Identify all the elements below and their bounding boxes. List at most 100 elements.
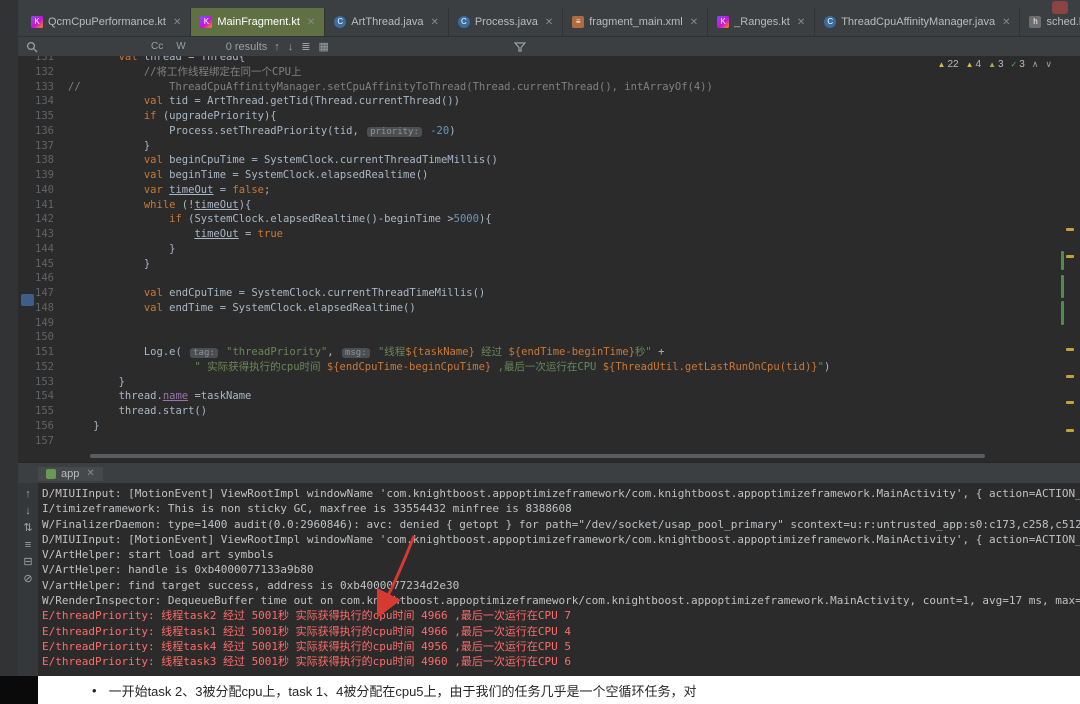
line-number: 157	[18, 434, 68, 449]
soft-wrap-icon[interactable]: ≡	[25, 539, 31, 552]
close-icon[interactable]: ✕	[797, 17, 805, 28]
kotlin-file-icon: K	[200, 16, 212, 28]
java-file-icon: C	[334, 16, 346, 28]
log-output[interactable]: D/MIUIInput: [MotionEvent] ViewRootImpl …	[42, 486, 1080, 676]
code-line: 144 }	[18, 242, 1080, 257]
close-icon[interactable]: ✕	[690, 17, 698, 28]
line-number: 145	[18, 257, 68, 272]
line-number: 151	[18, 345, 68, 360]
editor-tab-ThreadCpuAffinityManager.java[interactable]: C ThreadCpuAffinityManager.java ✕	[815, 8, 1020, 36]
stripe-mark[interactable]	[1066, 348, 1074, 351]
close-icon[interactable]: ✕	[173, 17, 181, 28]
close-icon[interactable]: ✕	[307, 17, 315, 28]
log-line[interactable]: D/MIUIInput: [MotionEvent] ViewRootImpl …	[42, 486, 1080, 501]
run-tab-app[interactable]: app ✕	[38, 467, 103, 481]
sort-icon[interactable]: ⇅	[23, 522, 32, 535]
stripe-mark[interactable]	[1066, 401, 1074, 404]
line-number: 132	[18, 65, 68, 80]
match-case-toggle[interactable]: Cc	[148, 41, 166, 52]
code-line: 135 if (upgradePriority){	[18, 109, 1080, 124]
code-line: 131 val thread = Thread{	[18, 56, 1080, 65]
inspection-nav-icon[interactable]: ∧	[1032, 59, 1039, 70]
find-nav-icon[interactable]: ↑	[274, 41, 280, 53]
log-line[interactable]: V/artHelper: find target success, addres…	[42, 578, 1080, 593]
clear-console-icon[interactable]: ⊘	[23, 573, 32, 586]
close-icon[interactable]: ✕	[545, 17, 553, 28]
record-indicator-icon	[1052, 1, 1068, 14]
log-line[interactable]: E/threadPriority: 线程task2 经过 5001秒 实际获得执…	[42, 608, 1080, 623]
find-input[interactable]	[45, 39, 141, 54]
code-line: 154 thread.name =taskName	[18, 389, 1080, 404]
line-number: 154	[18, 389, 68, 404]
up-icon[interactable]: ↑	[25, 488, 31, 501]
log-line[interactable]: E/threadPriority: 线程task3 经过 5001秒 实际获得执…	[42, 654, 1080, 669]
log-line[interactable]: I/timizeframework: This is non sticky GC…	[42, 501, 1080, 516]
filter-icon[interactable]	[514, 41, 526, 53]
code-editor[interactable]: 131 val thread = Thread{132 //将工作线程绑定在同一…	[18, 56, 1080, 462]
inspection-widget[interactable]: ▲22▲4▲3✓3∧∨	[938, 59, 1052, 70]
code-text: val endTime = SystemClock.elapsedRealtim…	[68, 301, 1080, 316]
editor-tab-fragment_main.xml[interactable]: ≡fragment_main.xml✕	[563, 8, 708, 36]
code-line: 146	[18, 271, 1080, 286]
code-line: 156 }	[18, 419, 1080, 434]
editor-tab-ArtThread.java[interactable]: C ArtThread.java ✕	[325, 8, 449, 36]
tab-label: QcmCpuPerformance.kt	[48, 16, 166, 28]
stripe-mark[interactable]	[1066, 429, 1074, 432]
editor-tab-MainFragment.kt[interactable]: KMainFragment.kt✕	[191, 8, 325, 36]
editor-tab-QcmCpuPerformance.kt[interactable]: K QcmCpuPerformance.kt ✕	[22, 8, 191, 36]
note-bullet: •	[92, 683, 97, 698]
whole-words-toggle[interactable]: W	[173, 41, 188, 52]
line-number: 146	[18, 271, 68, 286]
log-line[interactable]: W/FinalizerDaemon: type=1400 audit(0.0:2…	[42, 517, 1080, 532]
close-icon[interactable]: ✕	[430, 17, 438, 28]
code-text: if (upgradePriority){	[68, 109, 1080, 124]
editor-tab-_Ranges.kt[interactable]: K_Ranges.kt✕	[708, 8, 815, 36]
collapse-icon[interactable]: ⊟	[23, 556, 32, 569]
log-line[interactable]: E/threadPriority: 线程task4 经过 5001秒 实际获得执…	[42, 639, 1080, 654]
stripe-mark[interactable]	[1061, 275, 1064, 298]
line-number: 134	[18, 94, 68, 109]
horizontal-scrollbar[interactable]	[90, 454, 985, 458]
find-nav-icon[interactable]: ▦	[318, 41, 328, 53]
java-file-icon: C	[824, 16, 836, 28]
code-text: // ThreadCpuAffinityManager.setCpuAffini…	[68, 80, 1080, 95]
tab-label: ThreadCpuAffinityManager.java	[841, 16, 995, 28]
logcat-console[interactable]: ↑ ↓ ⇅ ≡ ⊟ ⊘ D/MIUIInput: [MotionEvent] ViewRo…	[18, 483, 1080, 676]
stripe-mark[interactable]	[1066, 375, 1074, 378]
editor-tab-Process.java[interactable]: CProcess.java✕	[449, 8, 563, 36]
inspection-nav-icon[interactable]: ∨	[1045, 59, 1052, 70]
stripe-mark[interactable]	[1066, 228, 1074, 231]
code-text: while (!timeOut){	[68, 198, 1080, 213]
line-number: 142	[18, 212, 68, 227]
tab-label: ArtThread.java	[351, 16, 423, 28]
editor-tab-sched.h[interactable]: hsched.h✕	[1020, 8, 1080, 36]
code-text	[68, 434, 1080, 449]
code-text: val tid = ArtThread.getTid(Thread.curren…	[68, 94, 1080, 109]
code-line: 136 Process.setThreadPriority(tid, prior…	[18, 124, 1080, 139]
log-line[interactable]: D/MIUIInput: [MotionEvent] ViewRootImpl …	[42, 532, 1080, 547]
close-icon[interactable]: ✕	[1002, 17, 1010, 28]
code-text: }	[68, 242, 1080, 257]
find-nav-icon[interactable]: ↓	[288, 41, 294, 53]
close-icon[interactable]: ✕	[86, 468, 94, 479]
line-number: 137	[18, 139, 68, 154]
find-bar: Cc W 0 results ↑↓≣▦	[18, 37, 1080, 57]
log-line[interactable]: E/threadPriority: 线程task1 经过 5001秒 实际获得执…	[42, 624, 1080, 639]
document-note-band: • 一开始task 2、3被分配cpu上，task 1、4被分配在cpu5上，由…	[0, 676, 1080, 704]
code-text: timeOut = true	[68, 227, 1080, 242]
stripe-mark[interactable]	[1061, 301, 1064, 325]
find-nav-icon[interactable]: ≣	[301, 41, 310, 53]
log-line[interactable]: W/RenderInspector: DequeueBuffer time ou…	[42, 593, 1080, 608]
kotlin-file-icon: K	[31, 16, 43, 28]
stripe-mark[interactable]	[1061, 251, 1064, 270]
down-icon[interactable]: ↓	[25, 505, 31, 518]
stripe-mark[interactable]	[1066, 255, 1074, 258]
find-nav-icons[interactable]: ↑ ↓ ≣ ▦	[274, 40, 337, 53]
inspection-number: 3	[1019, 59, 1025, 70]
code-line: 155 thread.start()	[18, 404, 1080, 419]
line-number: 155	[18, 404, 68, 419]
code-area[interactable]: 131 val thread = Thread{132 //将工作线程绑定在同一…	[18, 56, 1080, 448]
log-line[interactable]: V/ArtHelper: start load art symbols	[42, 547, 1080, 562]
line-number: 141	[18, 198, 68, 213]
log-line[interactable]: V/ArtHelper: handle is 0xb4000077133a9b8…	[42, 562, 1080, 577]
